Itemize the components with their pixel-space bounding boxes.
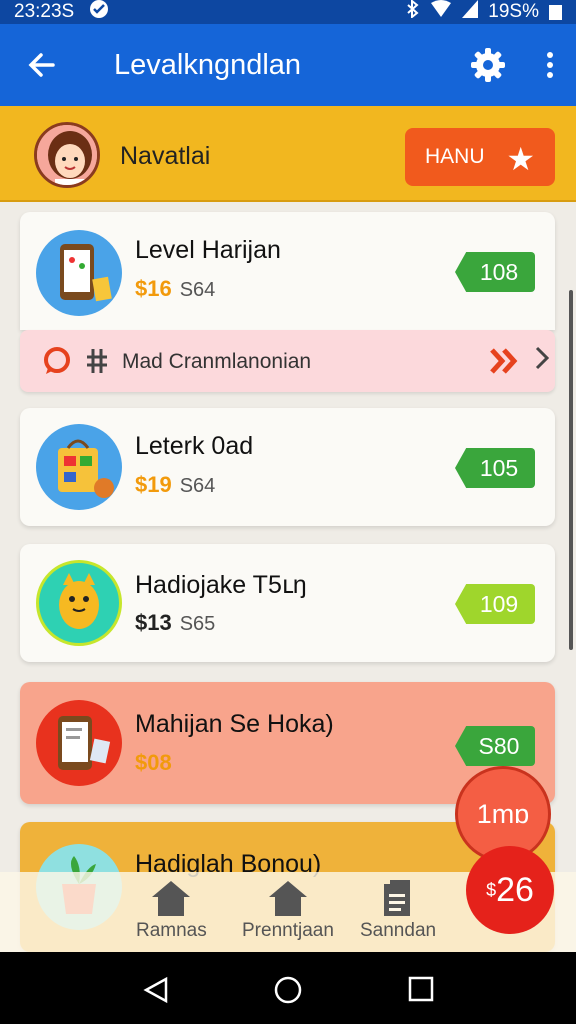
wifi-icon (430, 0, 452, 24)
list-item[interactable]: Level Harijan $16 S64 108 (20, 212, 555, 330)
app-bar: Levalkngndlan (0, 24, 576, 106)
list-item[interactable]: Hadiojake T5ւŋ $13 S65 109 (20, 544, 555, 662)
level-badge: 105 (455, 448, 535, 488)
tablet-icon (36, 230, 122, 316)
sync-icon (88, 0, 110, 26)
old-price: S64 (179, 475, 216, 497)
gear-icon (471, 48, 505, 82)
price-value: $08 (135, 750, 172, 775)
item-price: $19 S64 (135, 472, 215, 498)
price-value: $16 (135, 276, 172, 301)
nav-item-prenntjaan[interactable]: Prenntjaan (242, 878, 334, 942)
hanu-label: HANU (425, 145, 485, 168)
cat-icon (36, 560, 122, 646)
item-title: Hadiojake T5ւŋ (135, 571, 307, 599)
avatar[interactable] (34, 122, 100, 188)
level-badge: S80 (455, 726, 535, 766)
status-time: 23:23S (14, 1, 75, 22)
page-title: Levalkngndlan (114, 48, 302, 81)
system-navigation-bar (0, 952, 576, 1024)
profile-name: Navatlai (120, 142, 211, 170)
promo-label: Mad Cranmlanonian (122, 350, 312, 373)
nav-label: Sanndan (360, 920, 437, 941)
arrow-left-icon (28, 53, 55, 77)
item-price: $13 S65 (135, 610, 215, 636)
item-title: Level Harijan (135, 236, 281, 264)
scrollbar[interactable] (569, 290, 573, 650)
bluetooth-icon (406, 0, 420, 24)
level-badge: 108 (455, 252, 535, 292)
item-title: Mahijan Se Hoka) (135, 710, 334, 738)
document-icon (384, 880, 411, 916)
tablet-icon (36, 700, 122, 786)
home-icon (152, 881, 191, 916)
chevron-right-icon (535, 346, 550, 377)
more-dot (547, 72, 553, 78)
item-price: $16 S64 (135, 276, 215, 302)
more-options-button[interactable] (524, 52, 576, 78)
nav-label: Prenntjaan (242, 920, 334, 941)
price-value: $19 (135, 472, 172, 497)
back-triangle-icon[interactable] (142, 976, 170, 1009)
level-badge: 109 (455, 584, 535, 624)
item-price: $08 (135, 750, 172, 776)
currency-symbol: $ (486, 879, 497, 900)
home-circle-icon[interactable] (274, 976, 302, 1009)
home-icon (268, 881, 307, 916)
nav-label: Ramnas (136, 920, 207, 941)
more-vert-icon (547, 52, 553, 58)
recents-square-icon[interactable] (408, 976, 434, 1007)
promo-banner[interactable]: Mad Cranmlanonian (20, 330, 555, 392)
star-icon: ★ (506, 141, 535, 177)
back-button[interactable] (0, 50, 84, 80)
profile-bar: Navatlai HANU ★ (0, 106, 576, 202)
price-value: $13 (135, 610, 172, 635)
primary-fab[interactable]: $26 (466, 846, 554, 934)
hashtag-icon (84, 346, 110, 381)
battery-percent: 19S% (488, 1, 539, 22)
nav-item-ramnas[interactable]: Ramnas (136, 878, 207, 942)
old-price: S65 (179, 613, 216, 635)
signal-icon (462, 0, 479, 24)
fab-value: 26 (496, 870, 534, 909)
status-bar: 23:23S 19S% (0, 0, 576, 24)
item-title: Leterk 0ad (135, 432, 254, 460)
battery-icon (549, 4, 562, 20)
settings-button[interactable] (452, 46, 524, 84)
old-price: S64 (179, 279, 216, 301)
double-chevron-icon (490, 348, 520, 381)
list-item[interactable]: Leterk 0ad $19 S64 105 (20, 408, 555, 526)
hanu-button[interactable]: HANU ★ (405, 128, 555, 186)
nav-item-sanndan[interactable]: Sanndan (360, 878, 436, 942)
chat-icon (42, 346, 72, 381)
more-dot (547, 62, 553, 68)
shopping-bag-icon (36, 424, 122, 510)
